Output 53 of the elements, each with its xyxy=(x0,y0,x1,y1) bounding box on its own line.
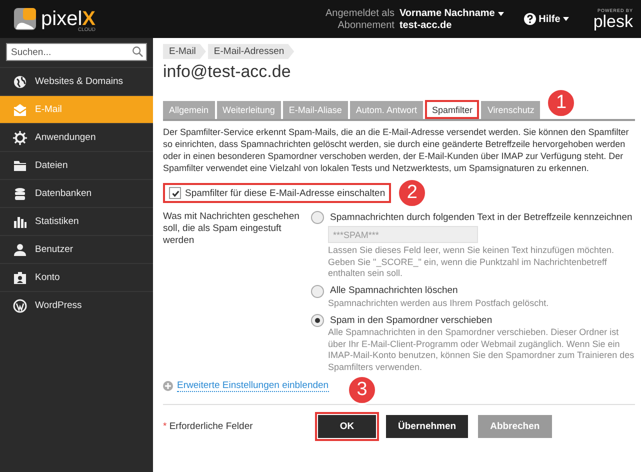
help-menu[interactable]: Hilfe xyxy=(518,12,576,26)
plus-icon xyxy=(163,381,173,391)
spamfilter-checkbox[interactable]: Spamfilter für diese E-Mail-Adresse einschalten xyxy=(163,183,392,203)
subscription-label: Abonnement xyxy=(336,20,394,30)
page-title: info@test-acc.de xyxy=(163,62,292,82)
caret-icon xyxy=(563,17,570,21)
option-description: Spamnachrichten werden aus Ihrem Postfach gelöscht. xyxy=(328,298,550,309)
option-description: Lassen Sie dieses Feld leer, wenn Sie keinen Text hinzufügen möchten. Geben Sie "_SCORE_" ein, wenn die Punktzahl im Nachrichtenbetreff enthalten sein soll. xyxy=(328,245,616,280)
option-label[interactable]: Spamnachrichten durch folgenden Text in der Betreffzeile kennzeichnen xyxy=(330,212,632,224)
subscription-value: test-acc.de xyxy=(399,20,453,30)
account-icon xyxy=(13,270,27,284)
sidebar-item[interactable]: WordPress xyxy=(0,291,153,319)
annotation-badge: 3 xyxy=(347,375,377,405)
sidebar-item[interactable]: Datenbanken xyxy=(0,179,153,207)
field-label: Was mit Nachrichten geschehen soll, die als Spam eingestuft werden xyxy=(163,211,300,248)
gear-icon xyxy=(13,130,27,144)
checkmark-icon xyxy=(170,188,180,198)
advanced-settings-link[interactable]: Erweiterte Einstellungen einblenden xyxy=(177,380,329,392)
radio-button[interactable] xyxy=(311,284,324,298)
option-description: Alle Spamnachrichten in den Spamordner verschieben. Dieser Ordner ist über Ihr E-Mail-Client-Programm oder Webmail zugänglich. Wenn Sie ein IMAP-Mail-Konto benutzen, können Sie den Spamordner zum Trainieren des Spamfilters verwenden. xyxy=(328,327,635,373)
globe-icon xyxy=(13,74,27,88)
submit-button[interactable]: Übernehmen xyxy=(386,415,468,438)
sidebar-item[interactable]: Anwendungen xyxy=(0,123,153,151)
mail-icon xyxy=(13,102,27,116)
tab[interactable]: Spamfilter xyxy=(424,100,480,119)
required-fields-note: * Erforderliche Felder xyxy=(163,421,254,432)
stats-icon xyxy=(13,214,27,228)
description-text: Der Spamfilter-Service erkennt Spam-Mails, die an die E-Mail-Adresse versendet werden. Sie können den Spamfilter so einrichten, dass Spamnachrichten gelöscht werden, sie durch eine geänderte Betreffzeile hervorgehoben werden oder in einen besonderen Spamordner verschoben werden, der E-Mail-Kunden über IMAP zur Verfügung steht. Der Spamfilter verwendet eine Vielzahl von lokalen Tests und Netzwerktests, um Spamsignaturen zu erkennen. xyxy=(163,126,630,174)
annotation-badge: 2 xyxy=(397,178,428,208)
user-icon xyxy=(13,242,27,256)
caret-icon xyxy=(498,12,504,16)
radio-button[interactable] xyxy=(311,314,324,327)
breadcrumb-link[interactable]: E-Mail xyxy=(163,44,206,59)
search-field[interactable]: Suchen... xyxy=(6,43,147,61)
option-label[interactable]: Spam in den Spamordner verschieben xyxy=(330,314,492,326)
search-icon xyxy=(132,46,143,57)
brand-logo: plesk xyxy=(593,13,633,30)
user-label: Angemeldet als xyxy=(326,8,394,18)
sidebar-item[interactable]: Statistiken xyxy=(0,207,153,235)
database-icon xyxy=(13,186,27,200)
folder-icon xyxy=(13,158,27,172)
annotation-badge: 1 xyxy=(546,88,576,118)
radio-button[interactable] xyxy=(311,211,324,224)
help-icon xyxy=(524,13,536,25)
submit-button[interactable]: OK xyxy=(318,415,376,438)
sidebar-item[interactable]: Benutzer xyxy=(0,235,153,263)
breadcrumb-link[interactable]: E-Mail-Adressen xyxy=(208,44,294,59)
sidebar-item[interactable]: Konto xyxy=(0,263,153,291)
logo-icon xyxy=(14,8,36,30)
sidebar-item[interactable]: Dateien xyxy=(0,151,153,179)
wordpress-icon xyxy=(13,298,27,312)
user-menu[interactable]: Vorname Nachname xyxy=(399,8,504,18)
option-label[interactable]: Alle Spamnachrichten löschen xyxy=(330,285,458,297)
